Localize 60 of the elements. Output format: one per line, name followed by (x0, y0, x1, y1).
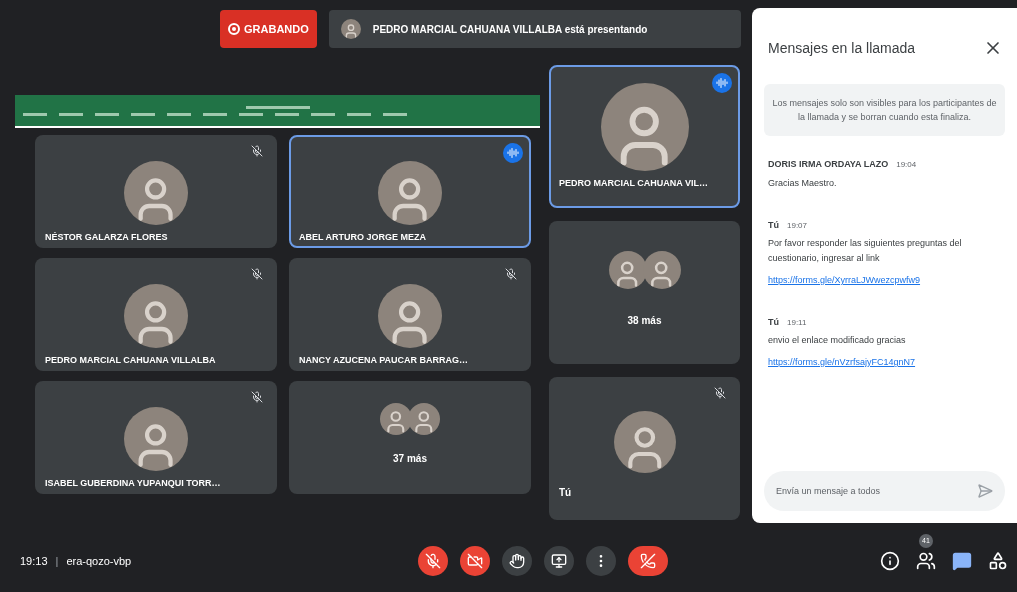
mic-off-icon (714, 387, 726, 399)
more-options-button[interactable] (586, 546, 616, 576)
mic-off-icon (505, 268, 517, 280)
more-participants-label: 38 más (627, 314, 662, 328)
activities-button[interactable] (987, 550, 1009, 572)
meeting-code: era-qozo-vbp (66, 553, 132, 569)
avatar-placeholder (642, 251, 681, 289)
message-text: Por favor responder las siguientes preguntas del cuestionario, ingresar al link (768, 237, 963, 265)
avatar-placeholder (408, 403, 440, 435)
participant-name: PEDRO MARCIAL CAHUANA VILLALBA (44, 354, 217, 367)
chat-button[interactable] (951, 550, 973, 572)
info-icon (880, 551, 900, 571)
participant-name: NÉSTOR GALARZA FLORES (44, 231, 169, 244)
avatar-placeholder (608, 251, 647, 289)
mic-off-icon (251, 145, 263, 157)
info-button[interactable] (879, 550, 901, 572)
speaking-icon (503, 143, 523, 163)
people-icon (916, 551, 936, 571)
activities-icon (988, 551, 1008, 571)
present-button[interactable] (544, 546, 574, 576)
mic-off-icon (251, 391, 263, 403)
chat-icon (952, 551, 972, 571)
recording-label: GRABANDO (244, 21, 309, 37)
message-sender: Tú (768, 218, 779, 232)
message-input-field[interactable]: Envía un mensaje a todos (764, 471, 1005, 511)
chat-notice: Los mensajes solo son visibles para los participantes de la llamada y se borran cuando esta finaliza. (764, 84, 1005, 136)
participant-name: Tú (558, 486, 573, 500)
separator: | (55, 553, 59, 569)
message-text: envio el enlace modificado gracias (768, 334, 907, 347)
mic-off-icon (425, 553, 441, 569)
more-participants-label: 37 más (393, 452, 427, 466)
recording-icon (228, 23, 240, 35)
participant-name: ABEL ARTURO JORGE MEZA (298, 231, 427, 244)
avatar-placeholder (340, 19, 361, 39)
message-time: 19:04 (896, 159, 917, 171)
avatar-placeholder (380, 403, 412, 435)
phone-icon (640, 553, 656, 569)
participant-name: PEDRO MARCIAL CAHUANA VIL… (558, 177, 709, 190)
participant-name: NANCY AZUCENA PAUCAR BARRAG… (298, 354, 469, 367)
camera-button[interactable] (460, 546, 490, 576)
mic-off-icon (251, 268, 263, 280)
message-sender: DORIS IRMA ORDAYA LAZO (768, 158, 889, 171)
message-text: Gracias Maestro. (768, 176, 838, 190)
hang-up-button[interactable] (628, 546, 668, 576)
hand-icon (509, 553, 525, 569)
message-link[interactable]: https://forms.gle/nVzrfsajyFC14gnN7 (768, 356, 1005, 370)
speaking-icon (712, 73, 732, 93)
message-sender: Tú (768, 315, 779, 329)
present-screen-icon (551, 553, 567, 569)
message-link[interactable]: https://forms.gle/XyrraLJWwezcpwfw9 (768, 274, 1005, 288)
microphone-button[interactable] (418, 546, 448, 576)
people-button[interactable] (915, 550, 937, 572)
message-time: 19:11 (787, 316, 807, 329)
camera-off-icon (467, 553, 483, 569)
meeting-time: 19:13 (20, 553, 48, 569)
message-time: 19:07 (787, 219, 808, 232)
presenting-text: PEDRO MARCIAL CAHUANA VILLALBA está presentando (372, 22, 648, 37)
chat-title: Mensajes en la llamada (768, 38, 916, 58)
participant-name: ISABEL GUBERDINA YUPANQUI TORR… (44, 477, 222, 490)
raise-hand-button[interactable] (502, 546, 532, 576)
